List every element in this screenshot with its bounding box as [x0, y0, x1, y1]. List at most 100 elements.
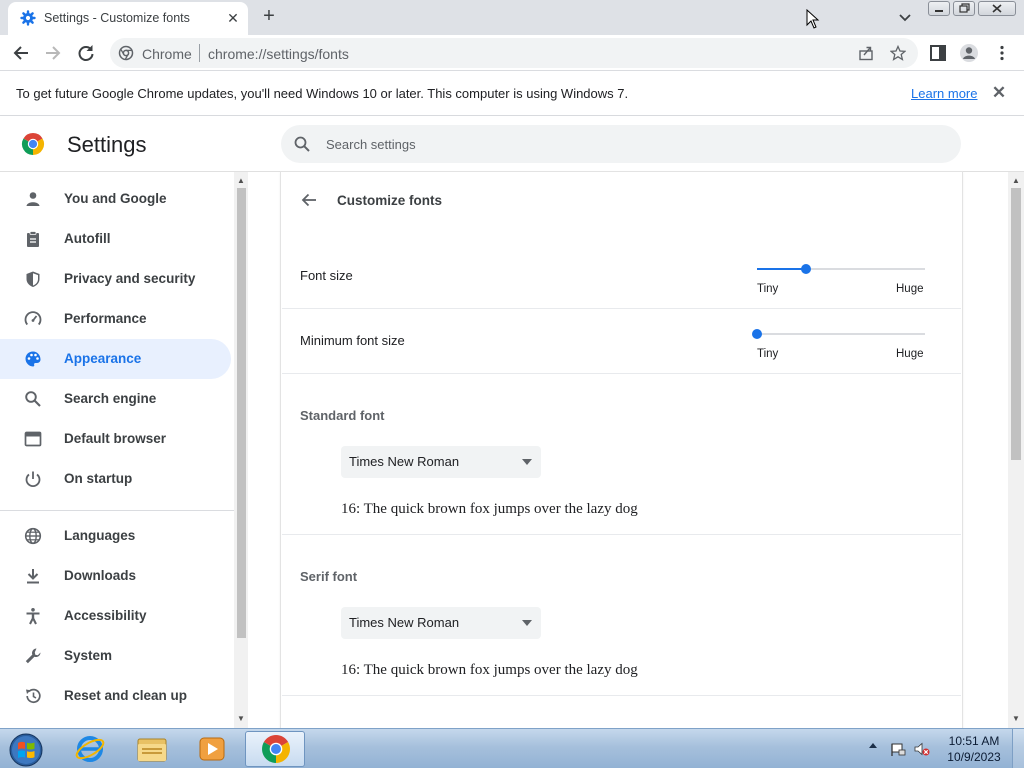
close-window-button[interactable]: [978, 1, 1016, 16]
font-size-max-label: Huge: [896, 283, 924, 295]
sidebar-item-label: Appearance: [64, 351, 142, 366]
show-desktop-button[interactable]: [1012, 729, 1024, 768]
row-separator: [282, 373, 961, 374]
sidebar-item-appearance[interactable]: Appearance: [0, 339, 231, 379]
minimum-font-size-slider-knob[interactable]: [752, 329, 762, 339]
clock-date[interactable]: 10/9/2023: [946, 750, 1002, 764]
settings-title: Settings: [67, 132, 147, 157]
scroll-down-arrow[interactable]: ▼: [236, 714, 246, 724]
serif-font-select[interactable]: Times New Roman: [341, 607, 541, 639]
address-bar[interactable]: Chrome chrome://settings/fonts: [110, 38, 918, 68]
shield-icon: [26, 271, 40, 287]
main-scroll-thumb[interactable]: [1011, 188, 1021, 460]
minimum-font-size-max-label: Huge: [896, 348, 924, 360]
clipboard-icon: [27, 231, 39, 247]
back-arrow-icon[interactable]: [300, 191, 318, 209]
browser-toolbar: Chrome chrome://settings/fonts: [0, 35, 1024, 71]
main-scrollbar[interactable]: ▲ ▼: [1008, 172, 1024, 728]
menu-kebab-icon[interactable]: [992, 43, 1012, 63]
serif-font-label: Serif font: [300, 569, 358, 584]
address-separator: [199, 44, 200, 62]
wrench-icon: [25, 648, 41, 664]
sidebar-item-privacy-and-security[interactable]: Privacy and security: [0, 259, 231, 299]
sidebar-item-performance[interactable]: Performance: [0, 299, 231, 339]
share-icon[interactable]: [858, 45, 874, 61]
restore-window-button[interactable]: [953, 1, 975, 16]
minimum-font-size-min-label: Tiny: [757, 348, 779, 360]
minimum-font-size-slider-track[interactable]: [757, 333, 925, 335]
history-icon: [26, 688, 41, 704]
dropdown-arrow-icon: [522, 620, 532, 626]
sidebar-item-label: On startup: [64, 471, 133, 486]
sidebar-item-label: Default browser: [64, 431, 167, 446]
download-icon: [27, 569, 39, 584]
back-button[interactable]: [10, 42, 32, 64]
update-infobar: To get future Google Chrome updates, you…: [0, 71, 1024, 116]
profile-avatar-icon[interactable]: [959, 43, 979, 63]
show-hidden-icons-button[interactable]: [869, 743, 877, 748]
sidebar-item-label: Languages: [64, 528, 136, 543]
sidebar-scrollbar[interactable]: ▲ ▼: [234, 172, 248, 728]
search-icon: [25, 391, 41, 407]
sidebar-item-label: Reset and clean up: [64, 688, 188, 703]
bookmark-star-icon[interactable]: [890, 45, 906, 61]
sidebar-item-you-and-google[interactable]: You and Google: [0, 179, 231, 219]
media-player-icon[interactable]: [184, 731, 240, 767]
scroll-up-arrow[interactable]: ▲: [236, 176, 246, 186]
tab-settings[interactable]: Settings - Customize fonts ✕: [8, 2, 248, 35]
standard-font-select[interactable]: Times New Roman: [341, 446, 541, 478]
volume-muted-icon[interactable]: [914, 741, 930, 757]
learn-more-link[interactable]: Learn more: [911, 86, 977, 101]
settings-search-box[interactable]: [281, 125, 961, 163]
sidebar-item-label: Accessibility: [64, 608, 147, 623]
serif-font-value: Times New Roman: [349, 615, 460, 630]
speedometer-icon: [24, 311, 42, 326]
sidebar-item-system[interactable]: System: [0, 636, 231, 676]
accessibility-icon: [26, 608, 40, 625]
sidebar-item-label: Search engine: [64, 391, 157, 406]
sidebar-item-label: Performance: [64, 311, 147, 326]
tab-title: Settings - Customize fonts: [44, 11, 190, 25]
windows-start-button[interactable]: [6, 732, 46, 768]
chevron-down-icon[interactable]: [896, 8, 914, 26]
tab-strip: Settings - Customize fonts ✕ +: [0, 0, 1024, 35]
chrome-taskbar-button[interactable]: [245, 731, 305, 767]
action-center-flag-icon[interactable]: [890, 741, 906, 757]
chrome-logo-icon: [262, 735, 290, 763]
new-tab-button[interactable]: +: [258, 6, 280, 28]
tab-close-button[interactable]: ✕: [224, 9, 242, 27]
sidebar-item-languages[interactable]: Languages: [0, 516, 231, 556]
sidebar-item-label: System: [64, 648, 113, 663]
row-separator: [282, 534, 961, 535]
internet-explorer-icon[interactable]: [62, 731, 118, 767]
standard-font-value: Times New Roman: [349, 454, 460, 469]
font-size-slider-knob[interactable]: [800, 264, 811, 274]
reload-button[interactable]: [75, 42, 97, 64]
row-separator: [282, 695, 961, 696]
globe-icon: [24, 527, 42, 545]
person-icon: [26, 192, 40, 206]
font-size-min-label: Tiny: [757, 283, 779, 295]
infobar-close-button[interactable]: ✕: [990, 84, 1008, 102]
scroll-up-arrow[interactable]: ▲: [1011, 176, 1021, 186]
side-panel-icon[interactable]: [928, 43, 948, 63]
sidebar-item-autofill[interactable]: Autofill: [0, 219, 231, 259]
minimize-window-button[interactable]: [928, 1, 950, 16]
sidebar-item-on-startup[interactable]: On startup: [0, 459, 231, 499]
infobar-message: To get future Google Chrome updates, you…: [16, 86, 629, 101]
file-explorer-icon[interactable]: [124, 731, 180, 767]
settings-search-input[interactable]: [326, 133, 926, 155]
standard-font-sample: 16: The quick brown fox jumps over the l…: [341, 501, 638, 517]
sidebar-item-reset-and-clean-up[interactable]: Reset and clean up: [0, 676, 231, 716]
power-icon: [25, 471, 41, 488]
clock-time[interactable]: 10:51 AM: [946, 734, 1002, 748]
sidebar-item-label: Downloads: [64, 568, 137, 583]
sidebar-item-accessibility[interactable]: Accessibility: [0, 596, 231, 636]
minimum-font-size-label: Minimum font size: [300, 333, 405, 348]
sidebar-item-default-browser[interactable]: Default browser: [0, 419, 231, 459]
sidebar-scroll-thumb[interactable]: [237, 188, 246, 638]
sidebar-item-search-engine[interactable]: Search engine: [0, 379, 231, 419]
sidebar-item-downloads[interactable]: Downloads: [0, 556, 231, 596]
scroll-down-arrow[interactable]: ▼: [1011, 714, 1021, 724]
forward-button[interactable]: [42, 42, 64, 64]
